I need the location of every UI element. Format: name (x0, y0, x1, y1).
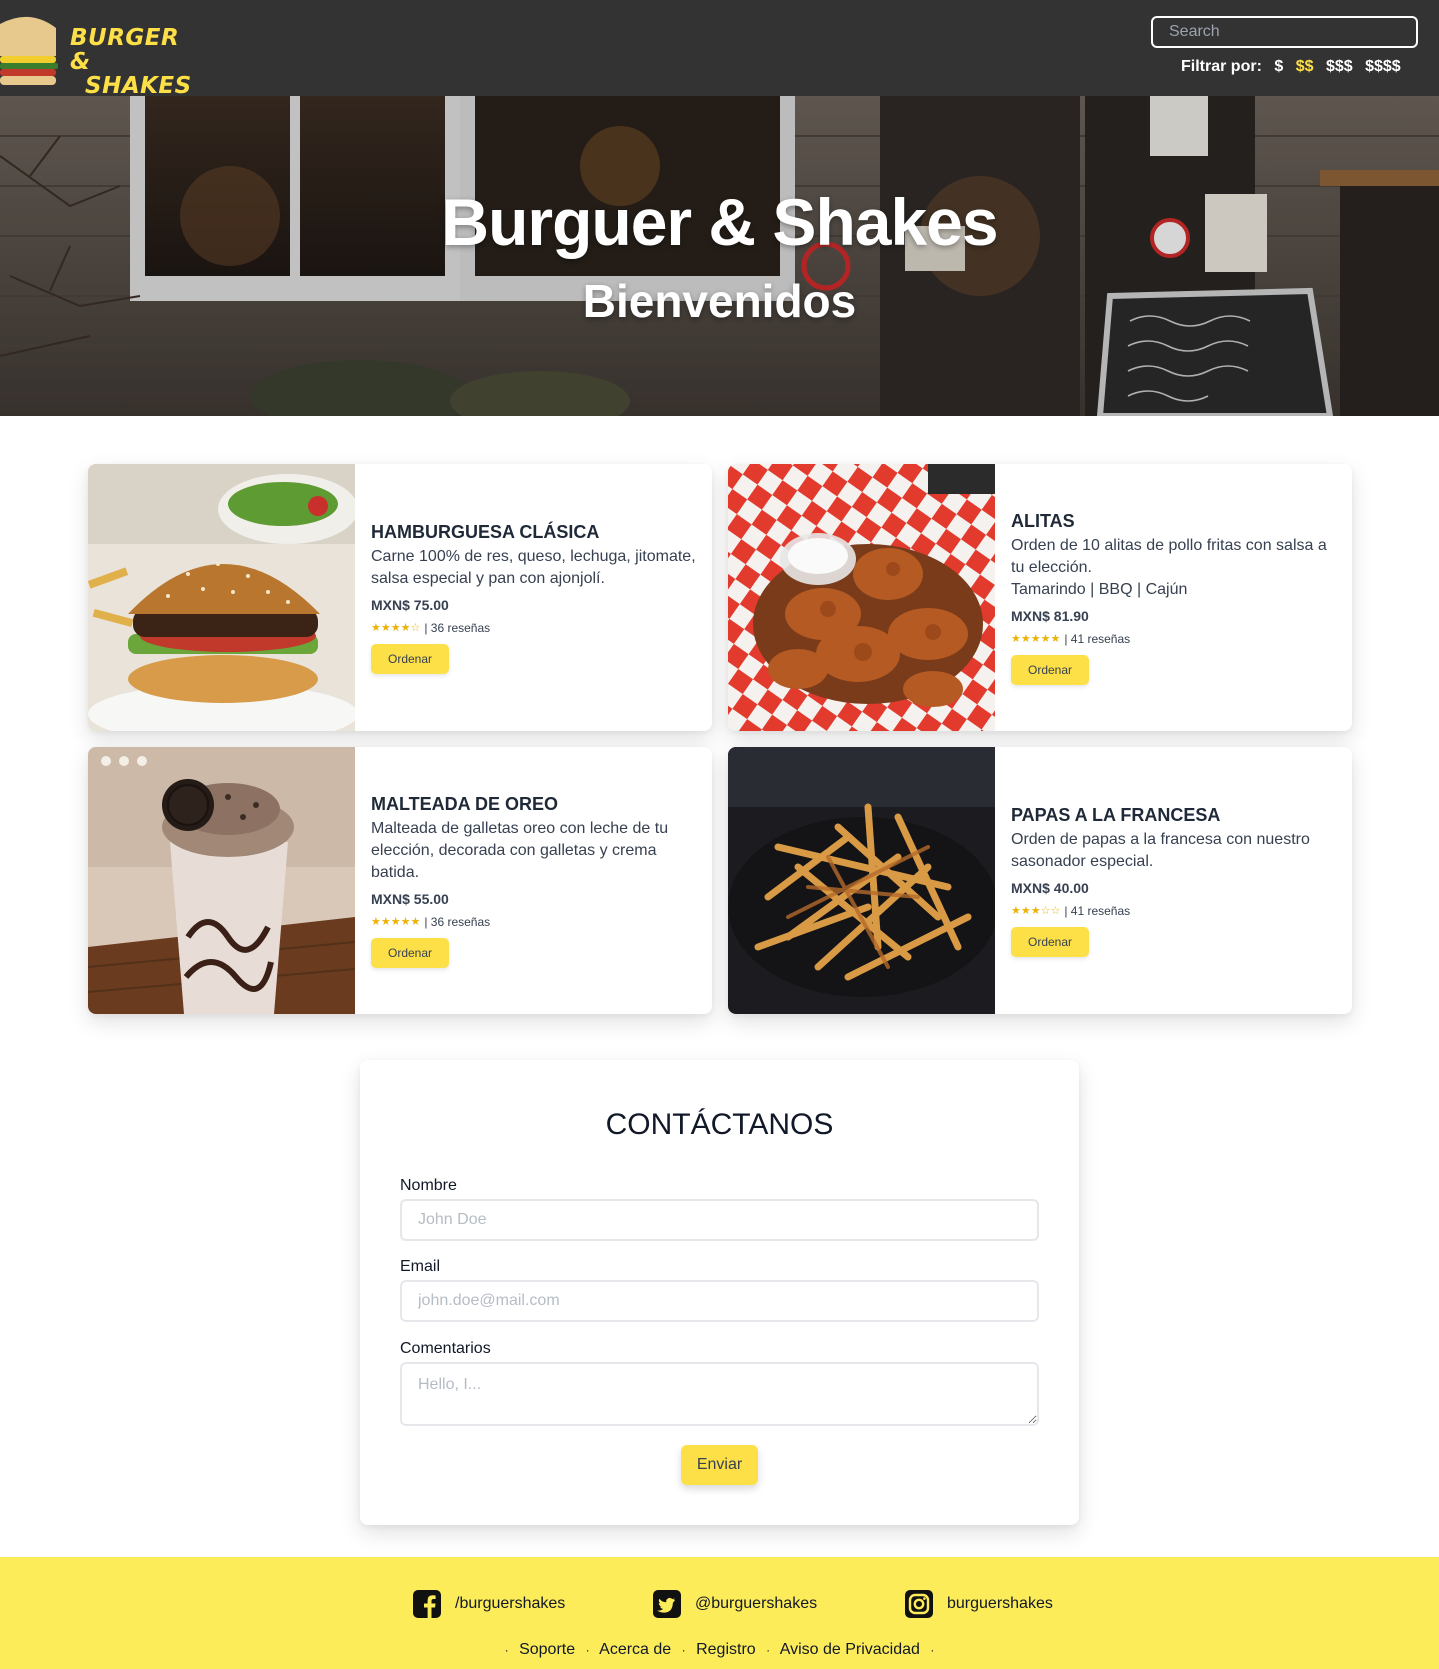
comments-label: Comentarios (400, 1340, 491, 1357)
facebook-link[interactable]: /burguershakes (413, 1590, 565, 1618)
filter-option-2[interactable]: $$ (1296, 58, 1314, 75)
footer: /burguershakes @burguershakes burguersha… (0, 1557, 1439, 1669)
product-image-fries (728, 747, 995, 1014)
hero-title: Burguer & Shakes (441, 185, 998, 259)
product-card-malteada: MALTEADA DE OREO Malteada de galletas or… (88, 747, 712, 1014)
logo-text: BURGER & SHAKES (70, 26, 200, 98)
product-rating: ★★★★☆ | 36 reseñas (371, 621, 698, 635)
order-button[interactable]: Ordenar (371, 643, 449, 674)
comments-field[interactable] (400, 1362, 1039, 1426)
review-count: | 41 reseñas (1064, 631, 1131, 646)
product-card-papas: PAPAS A LA FRANCESA Orden de papas a la … (728, 747, 1352, 1014)
product-description: Orden de 10 alitas de pollo fritas con s… (1011, 536, 1327, 576)
order-button[interactable]: Ordenar (1011, 926, 1089, 957)
instagram-link[interactable]: burguershakes (905, 1590, 1053, 1618)
filter-option-3[interactable]: $$$ (1326, 58, 1353, 75)
instagram-handle: burguershakes (947, 1595, 1053, 1612)
facebook-icon (413, 1590, 441, 1618)
price-filter: Filtrar por: $ $$ $$$ $$$$ (1181, 58, 1401, 76)
hero-banner: Burguer & Shakes Bienvenidos (0, 96, 1439, 416)
product-name: ALITAS (1011, 510, 1075, 531)
logo[interactable]: BURGER & SHAKES (0, 8, 200, 98)
contact-form: CONTÁCTANOS Nombre Email Comentarios Env… (360, 1060, 1079, 1525)
search-input[interactable] (1151, 16, 1418, 48)
star-rating-icon: ★★★☆☆ (1011, 905, 1061, 917)
email-field[interactable] (400, 1280, 1039, 1322)
footer-link-privacidad[interactable]: Aviso de Privacidad (780, 1641, 920, 1658)
product-rating: ★★★☆☆ | 41 reseñas (1011, 904, 1338, 918)
product-rating: ★★★★★ | 41 reseñas (1011, 632, 1338, 646)
email-label: Email (400, 1258, 441, 1275)
star-rating-icon: ★★★★★ (371, 916, 421, 928)
product-details: PAPAS A LA FRANCESA Orden de papas a la … (1011, 747, 1338, 1014)
review-count: | 41 reseñas (1064, 903, 1131, 918)
star-rating-icon: ★★★★★ (1011, 633, 1061, 645)
product-image-burger (88, 464, 355, 731)
product-rating: ★★★★★ | 36 reseñas (371, 915, 698, 929)
twitter-icon (653, 1590, 681, 1618)
hero-subtitle: Bienvenidos (582, 275, 857, 327)
star-rating-icon: ★★★★☆ (371, 622, 421, 634)
product-details: HAMBURGUESA CLÁSICA Carne 100% de res, q… (371, 464, 698, 731)
product-card-hamburguesa: HAMBURGUESA CLÁSICA Carne 100% de res, q… (88, 464, 712, 731)
product-name: MALTEADA DE OREO (371, 793, 558, 814)
twitter-link[interactable]: @burguershakes (653, 1590, 817, 1618)
product-price: MXN$ 81.90 (1011, 607, 1089, 624)
filter-option-4[interactable]: $$$$ (1365, 58, 1401, 75)
order-button[interactable]: Ordenar (371, 937, 449, 968)
burger-logo-icon (0, 16, 58, 85)
footer-links: · Soporte · Acerca de · Registro · Aviso… (504, 1641, 935, 1658)
review-count: | 36 reseñas (424, 914, 491, 929)
footer-link-acerca[interactable]: Acerca de (599, 1641, 671, 1658)
footer-link-soporte[interactable]: Soporte (519, 1641, 575, 1658)
logo-line2: SHAKES (85, 73, 192, 99)
product-image-wings (728, 464, 995, 731)
product-description: Carne 100% de res, queso, lechuga, jitom… (371, 547, 696, 587)
product-details: MALTEADA DE OREO Malteada de galletas or… (371, 747, 698, 1014)
product-price: MXN$ 75.00 (371, 596, 449, 613)
product-details: ALITAS Orden de 10 alitas de pollo frita… (1011, 464, 1338, 731)
product-image-shake (88, 747, 355, 1014)
product-description: Orden de papas a la francesa con nuestro… (1011, 830, 1310, 870)
review-count: | 36 reseñas (424, 620, 491, 635)
facebook-handle: /burguershakes (455, 1595, 566, 1612)
name-label: Nombre (400, 1177, 457, 1194)
product-name: PAPAS A LA FRANCESA (1011, 804, 1221, 825)
product-name: HAMBURGUESA CLÁSICA (371, 521, 600, 542)
contact-title: CONTÁCTANOS (605, 1108, 834, 1141)
instagram-icon (905, 1590, 933, 1618)
twitter-handle: @burguershakes (695, 1595, 818, 1612)
product-sauce-options: Tamarindo | BBQ | Cajún (1011, 580, 1188, 598)
product-description: Malteada de galletas oreo con leche de t… (371, 819, 669, 881)
order-button[interactable]: Ordenar (1011, 654, 1089, 685)
product-price: MXN$ 55.00 (371, 890, 449, 907)
send-button[interactable]: Enviar (681, 1445, 758, 1485)
name-field[interactable] (400, 1199, 1039, 1241)
footer-link-registro[interactable]: Registro (696, 1641, 756, 1658)
navbar: BURGER & SHAKES Filtrar por: $ $$ $$$ $$… (0, 0, 1439, 98)
product-card-alitas: ALITAS Orden de 10 alitas de pollo frita… (728, 464, 1352, 731)
filter-option-1[interactable]: $ (1274, 58, 1283, 75)
product-price: MXN$ 40.00 (1011, 879, 1089, 896)
logo-line1: BURGER & (70, 25, 180, 75)
filter-label: Filtrar por: (1181, 58, 1262, 75)
